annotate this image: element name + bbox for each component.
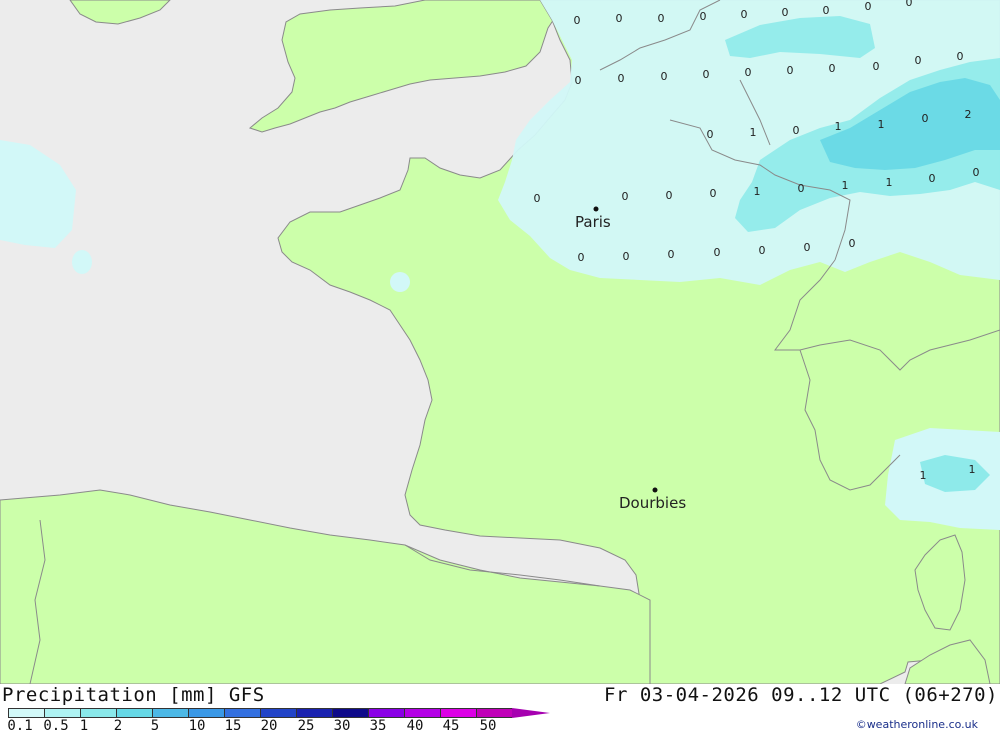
precip-legend-ticks: 0.1 0.5 1 2 5 10 15 20 25 30 35 40 45 50	[0, 718, 560, 734]
map-footer: Precipitation [mm] GFS Fr 03-04-2026 09.…	[0, 684, 1000, 734]
precip-value-label: 0	[849, 237, 856, 250]
legend-tick-label: 20	[260, 718, 278, 734]
precipitation-map: 0 0 0 0 0 0 0 0 0 0 0 0 0 0 0 0 0 0 0 0 1 0 1 1 2 0 0 0 0 0 1 0 1 1 0 0 0 0 0 0…	[0, 0, 1000, 684]
city-label-dourbies: Dourbies	[619, 494, 686, 512]
legend-tick-label: 25	[297, 718, 315, 734]
precip-value-label: 0	[714, 246, 721, 259]
precip-blob	[72, 250, 92, 274]
precip-value-label: 0	[574, 14, 581, 27]
precip-value-label: 0	[798, 182, 805, 195]
precip-value-label: 0	[929, 172, 936, 185]
precip-value-label: 0	[741, 8, 748, 21]
precip-value-label: 1	[878, 118, 885, 131]
precip-value-label: 0	[707, 128, 714, 141]
precip-value-label: 1	[886, 176, 893, 189]
legend-tick-label: 40	[406, 718, 424, 734]
precip-blob-2	[390, 272, 410, 292]
legend-arrow	[512, 708, 550, 718]
legend-swatch	[476, 708, 512, 718]
precip-value-label: 0	[710, 187, 717, 200]
precip-value-label: 0	[823, 4, 830, 17]
legend-tick-label: 5	[150, 718, 160, 734]
precip-value-label: 1	[920, 469, 927, 482]
precip-value-label: 0	[759, 244, 766, 257]
precip-value-label: 1	[835, 120, 842, 133]
legend-swatch	[332, 708, 368, 718]
legend-swatch	[260, 708, 296, 718]
precip-value-label: 1	[842, 179, 849, 192]
precip-value-label: 0	[973, 166, 980, 179]
legend-swatch	[296, 708, 332, 718]
precip-value-label: 0	[873, 60, 880, 73]
legend-swatch	[368, 708, 404, 718]
precip-value-label: 0	[957, 50, 964, 63]
city-marker	[652, 487, 658, 493]
precip-value-label: 1	[969, 463, 976, 476]
legend-swatch	[224, 708, 260, 718]
precip-value-label: 0	[668, 248, 675, 261]
legend-tick-label: 0.5	[43, 718, 69, 734]
precip-legend-bar	[8, 708, 550, 718]
precip-value-label: 0	[534, 192, 541, 205]
precip-value-label: 0	[922, 112, 929, 125]
legend-swatch	[152, 708, 188, 718]
city-marker	[593, 206, 599, 212]
legend-tick-label: 2	[113, 718, 123, 734]
precip-value-label: 0	[865, 0, 872, 13]
precip-value-label: 1	[754, 185, 761, 198]
legend-tick-label: 15	[224, 718, 242, 734]
precip-value-label: 0	[829, 62, 836, 75]
precip-value-label: 0	[578, 251, 585, 264]
precip-value-label: 0	[745, 66, 752, 79]
precip-value-label: 0	[622, 190, 629, 203]
precip-value-label: 0	[666, 189, 673, 202]
precip-value-label: 0	[793, 124, 800, 137]
precip-value-label: 1	[750, 126, 757, 139]
legend-tick-label: 0.1	[7, 718, 33, 734]
map-title: Precipitation [mm] GFS	[2, 684, 265, 706]
legend-swatch	[44, 708, 80, 718]
legend-tick-label: 30	[333, 718, 351, 734]
legend-swatch	[8, 708, 44, 718]
legend-swatch	[116, 708, 152, 718]
city-label-paris: Paris	[575, 213, 611, 231]
precip-value-label: 0	[782, 6, 789, 19]
precip-value-label: 2	[965, 108, 972, 121]
map-area: 0 0 0 0 0 0 0 0 0 0 0 0 0 0 0 0 0 0 0 0 1 0 1 1 2 0 0 0 0 0 1 0 1 1 0 0 0 0 0 0…	[0, 0, 1000, 684]
site-credit[interactable]: ©weatheronline.co.uk	[856, 718, 978, 731]
precip-value-label: 0	[661, 70, 668, 83]
legend-tick-label: 45	[442, 718, 460, 734]
precip-value-label: 0	[623, 250, 630, 263]
precip-value-label: 0	[804, 241, 811, 254]
precip-value-label: 0	[703, 68, 710, 81]
precip-value-label: 0	[616, 12, 623, 25]
legend-tick-label: 35	[369, 718, 387, 734]
legend-tick-label: 50	[479, 718, 497, 734]
precip-value-label: 0	[787, 64, 794, 77]
legend-swatch	[440, 708, 476, 718]
precip-value-label: 0	[906, 0, 913, 9]
legend-tick-label: 10	[188, 718, 206, 734]
precip-value-label: 0	[658, 12, 665, 25]
precip-value-label: 0	[618, 72, 625, 85]
legend-swatch	[80, 708, 116, 718]
legend-tick-label: 1	[79, 718, 89, 734]
precip-value-label: 0	[915, 54, 922, 67]
forecast-date: Fr 03-04-2026 09..12 UTC (06+270)	[604, 684, 998, 706]
precip-value-label: 0	[700, 10, 707, 23]
legend-swatch	[188, 708, 224, 718]
legend-swatch	[404, 708, 440, 718]
precip-value-label: 0	[575, 74, 582, 87]
